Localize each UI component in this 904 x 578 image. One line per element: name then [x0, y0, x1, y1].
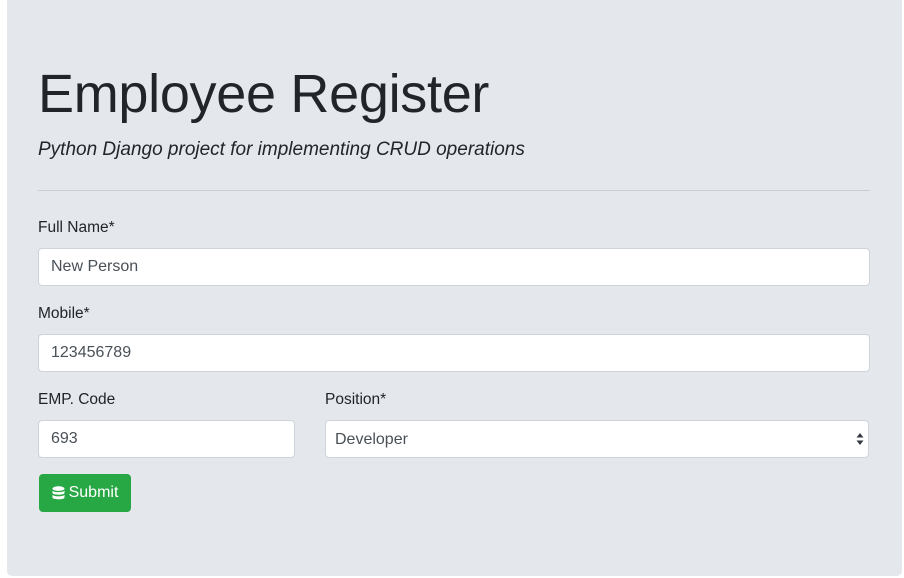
database-icon [52, 485, 65, 499]
position-select[interactable]: Developer [325, 420, 869, 458]
select-arrows-icon [856, 433, 864, 445]
full-name-label: Full Name* [38, 219, 115, 236]
position-label: Position* [325, 391, 387, 408]
submit-button[interactable]: Submit [39, 474, 131, 512]
page-subtitle: Python Django project for implementing C… [38, 139, 525, 160]
divider [38, 190, 870, 191]
jumbotron: Employee Register Python Django project … [7, 0, 902, 576]
full-name-input[interactable] [38, 248, 870, 286]
page-title: Employee Register [38, 64, 490, 124]
mobile-label: Mobile* [38, 305, 90, 322]
emp-code-input[interactable] [38, 420, 295, 458]
mobile-input[interactable] [38, 334, 870, 372]
emp-code-label: EMP. Code [38, 391, 116, 408]
position-selected-value: Developer [335, 431, 408, 448]
submit-button-label: Submit [68, 484, 119, 501]
